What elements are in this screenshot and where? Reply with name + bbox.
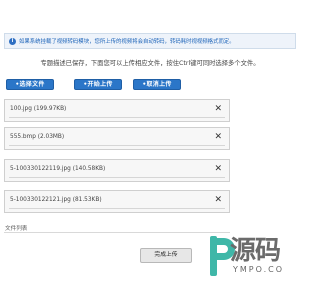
file-item: 5-100330122121.jpg (81.53KB) ✕ [4,190,230,213]
cancel-upload-button[interactable]: •取消上传 [133,79,181,90]
remove-file-icon[interactable]: ✕ [214,104,222,114]
watermark-subtext: YMPO.CO [233,265,285,274]
finish-upload-button[interactable]: 完成上传 [140,248,192,263]
select-files-button[interactable]: •选择文件 [6,79,54,90]
file-progress-bar [9,177,225,178]
file-name: 100.jpg (199.97KB) [10,106,67,112]
start-upload-button[interactable]: •开始上传 [74,79,122,90]
file-item: 100.jpg (199.97KB) ✕ [4,99,230,122]
info-notice: i 如果系统挂载了视频转码模块，您所上传的视频将会自动转码，转码耗时视视频格式而… [4,33,296,49]
remove-file-icon[interactable]: ✕ [214,195,222,205]
file-progress-bar [9,117,225,118]
file-progress-bar [9,145,225,146]
remove-file-icon[interactable]: ✕ [214,132,222,142]
file-name: 5-100330122121.jpg (81.53KB) [10,197,102,203]
watermark-logo: 源码 YMPO.CO [196,228,300,300]
info-icon: i [9,37,16,45]
file-name: 555.bmp (2.03MB) [10,134,65,140]
file-item: 555.bmp (2.03MB) ✕ [4,127,230,150]
watermark-text: 源码 [230,236,281,266]
remove-file-icon[interactable]: ✕ [214,164,222,174]
file-list-label: 文件列表 [5,226,28,232]
notice-text: 如果系统挂载了视频转码模块，您所上传的视频将会自动转码，转码耗时视视频格式而定。 [19,39,235,45]
file-name: 5-100330122119.jpg (140.58KB) [10,166,106,172]
upload-hint: 专题描述已保存，下面您可以上传相应文件，按住Ctrl键可同时选择多个文件。 [40,60,260,67]
file-progress-bar [9,208,225,209]
file-item: 5-100330122119.jpg (140.58KB) ✕ [4,159,230,182]
